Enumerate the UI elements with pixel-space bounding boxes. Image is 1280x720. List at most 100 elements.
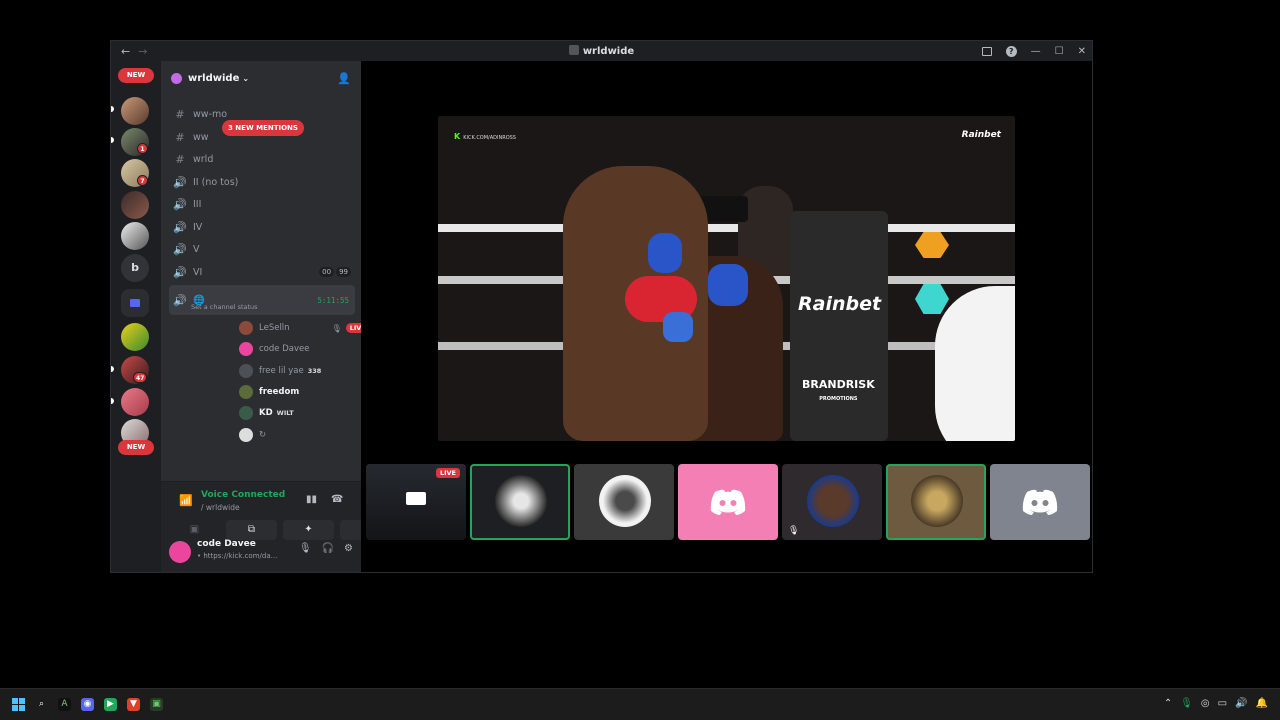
folder-icon[interactable] — [121, 289, 149, 317]
participant-tile[interactable] — [470, 464, 570, 540]
voice-member[interactable]: ↻ — [239, 425, 266, 445]
microphone-icon[interactable]: 🎙 — [1180, 698, 1193, 709]
avatar — [239, 385, 253, 399]
camera-button[interactable]: ▣ — [169, 520, 220, 540]
server-header[interactable]: wrldwide ⌄ 👤 — [161, 61, 361, 95]
maximize-button[interactable]: ☐ — [1055, 46, 1064, 57]
channel-status-prompt[interactable]: Set a channel status — [191, 303, 258, 311]
member-tag: 338 — [307, 367, 322, 375]
voice-channel-iv[interactable]: 🔊 IV — [169, 217, 355, 237]
add-user-icon[interactable]: 👤 — [337, 72, 351, 85]
app-icon[interactable]: ▣ — [150, 698, 163, 711]
server-icon[interactable] — [121, 191, 149, 219]
participant-tiles: LIVE 🎙 — [366, 464, 1090, 540]
microphone-icon[interactable]: 🎙 — [299, 543, 312, 554]
active-voice-channel[interactable]: 🔊 🌐 5:11:55 Set a channel status — [169, 285, 355, 315]
voice-member[interactable]: code Davee — [239, 339, 309, 359]
gear-icon[interactable]: ⚙ — [344, 543, 353, 554]
participant-tile[interactable] — [574, 464, 674, 540]
channel-label: wrld — [193, 153, 214, 165]
rainbet-watermark: Rainbet — [961, 130, 1001, 140]
new-unreads-pill-top[interactable]: NEW — [118, 68, 154, 83]
forward-arrow-icon[interactable]: → — [138, 45, 147, 58]
voice-member[interactable]: free lil yae 338 — [239, 361, 321, 381]
title-bar: ← → wrldwide ? — ☐ ✕ — [111, 41, 1092, 61]
avatar — [239, 406, 253, 420]
terminal-app-icon[interactable]: A — [58, 698, 71, 711]
participant-tile[interactable] — [886, 464, 986, 540]
voice-member[interactable]: KD WILT — [239, 403, 294, 423]
chevron-up-icon[interactable]: ⌃ — [1164, 698, 1172, 709]
user-limit-counter: 00 99 — [319, 267, 351, 277]
activities-button[interactable]: ✦ — [283, 520, 334, 540]
voice-channel-ii[interactable]: 🔊 II (no tos) — [169, 172, 355, 192]
server-icon-letter[interactable]: b — [121, 254, 149, 282]
voice-channel-v[interactable]: 🔊 V — [169, 239, 355, 259]
nvidia-icon[interactable]: ◎ — [1201, 698, 1210, 709]
pad-brand-2: BRANDRISK PROMOTIONS — [802, 378, 875, 402]
brave-app-icon[interactable]: ▼ — [127, 698, 140, 711]
kick-app-icon[interactable]: ▶ — [104, 698, 117, 711]
avatar — [239, 342, 253, 356]
voice-connected-label[interactable]: Voice Connected — [201, 490, 285, 500]
speaker-icon: 🔊 — [173, 197, 187, 211]
help-icon[interactable]: ? — [1005, 45, 1017, 57]
network-icon[interactable]: ▭ — [1218, 698, 1227, 709]
close-button[interactable]: ✕ — [1078, 46, 1086, 57]
search-icon[interactable]: ⌕ — [35, 698, 48, 711]
channel-ww[interactable]: # ww — [169, 127, 355, 147]
desktop: ← → wrldwide ? — ☐ ✕ NEW 1 7 b 47 NEW wr… — [0, 0, 1280, 688]
avatar — [239, 428, 253, 442]
participant-tile[interactable] — [678, 464, 778, 540]
voice-stage: Rainbet BRANDRISK PROMOTIONS K KICK.COM/A… — [361, 61, 1092, 572]
server-icon[interactable] — [121, 388, 149, 416]
live-badge: LIVE — [435, 468, 460, 478]
speaker-icon: 🔊 — [173, 220, 187, 234]
avatar — [239, 321, 253, 335]
channel-label: IV — [193, 221, 203, 233]
notification-icon[interactable]: 🔔 — [1256, 698, 1268, 709]
new-unreads-pill-bottom[interactable]: NEW — [118, 440, 154, 455]
avatar — [495, 475, 547, 527]
voice-channel-iii[interactable]: 🔊 III — [169, 194, 355, 214]
server-icon[interactable] — [121, 323, 149, 351]
hash-icon: # — [175, 130, 185, 144]
member-tag: WILT — [276, 409, 294, 417]
channel-wrld[interactable]: # wrld — [169, 149, 355, 169]
screen-share-icon — [406, 492, 426, 505]
server-rail: NEW 1 7 b 47 NEW — [111, 61, 161, 572]
voice-channel-vi[interactable]: 🔊 VI 00 99 — [169, 262, 355, 282]
discord-app-icon[interactable]: ◉ — [81, 698, 94, 711]
windows-start-icon[interactable] — [12, 698, 25, 711]
inbox-icon[interactable] — [981, 46, 992, 56]
stream-tile[interactable]: LIVE — [366, 464, 466, 540]
participant-tile[interactable] — [990, 464, 1090, 540]
user-avatar[interactable] — [169, 541, 191, 563]
headphones-icon[interactable]: 🎧 — [322, 543, 334, 554]
back-arrow-icon[interactable]: ← — [121, 45, 130, 58]
noise-suppression-icon[interactable]: ▮▮ — [306, 494, 317, 505]
signal-icon[interactable]: 📶 — [179, 494, 193, 507]
voice-channel-link[interactable]: / wrldwide — [201, 503, 240, 512]
voice-member[interactable]: LeSelln 🎙 LIVE — [239, 318, 370, 338]
volume-icon[interactable]: 🔊 — [1235, 698, 1247, 709]
voice-member[interactable]: freedom — [239, 382, 299, 402]
minimize-button[interactable]: — — [1031, 46, 1041, 57]
avatar — [239, 364, 253, 378]
user-name[interactable]: code Davee — [197, 539, 256, 549]
channel-label: ww — [193, 131, 209, 143]
server-icon[interactable] — [121, 97, 149, 125]
discord-logo-icon — [990, 464, 1090, 540]
server-icon[interactable] — [121, 222, 149, 250]
disconnect-icon[interactable]: ☎ — [331, 494, 343, 505]
mention-badge: 47 — [133, 372, 148, 383]
avatar — [911, 475, 963, 527]
screen-share-button[interactable]: ⧉ — [226, 520, 277, 540]
participant-tile[interactable]: 🎙 — [782, 464, 882, 540]
kick-watermark: K KICK.COM/ADINROSS — [454, 132, 516, 141]
stream-video[interactable]: Rainbet BRANDRISK PROMOTIONS K KICK.COM/A… — [438, 116, 1015, 441]
voice-connection-panel: 📶 Voice Connected / wrldwide ▮▮ ☎ ▣ ⧉ ✦ … — [161, 481, 391, 549]
hash-icon: # — [175, 107, 185, 121]
avatar — [599, 475, 651, 527]
channel-label: ww-mo — [193, 108, 228, 120]
